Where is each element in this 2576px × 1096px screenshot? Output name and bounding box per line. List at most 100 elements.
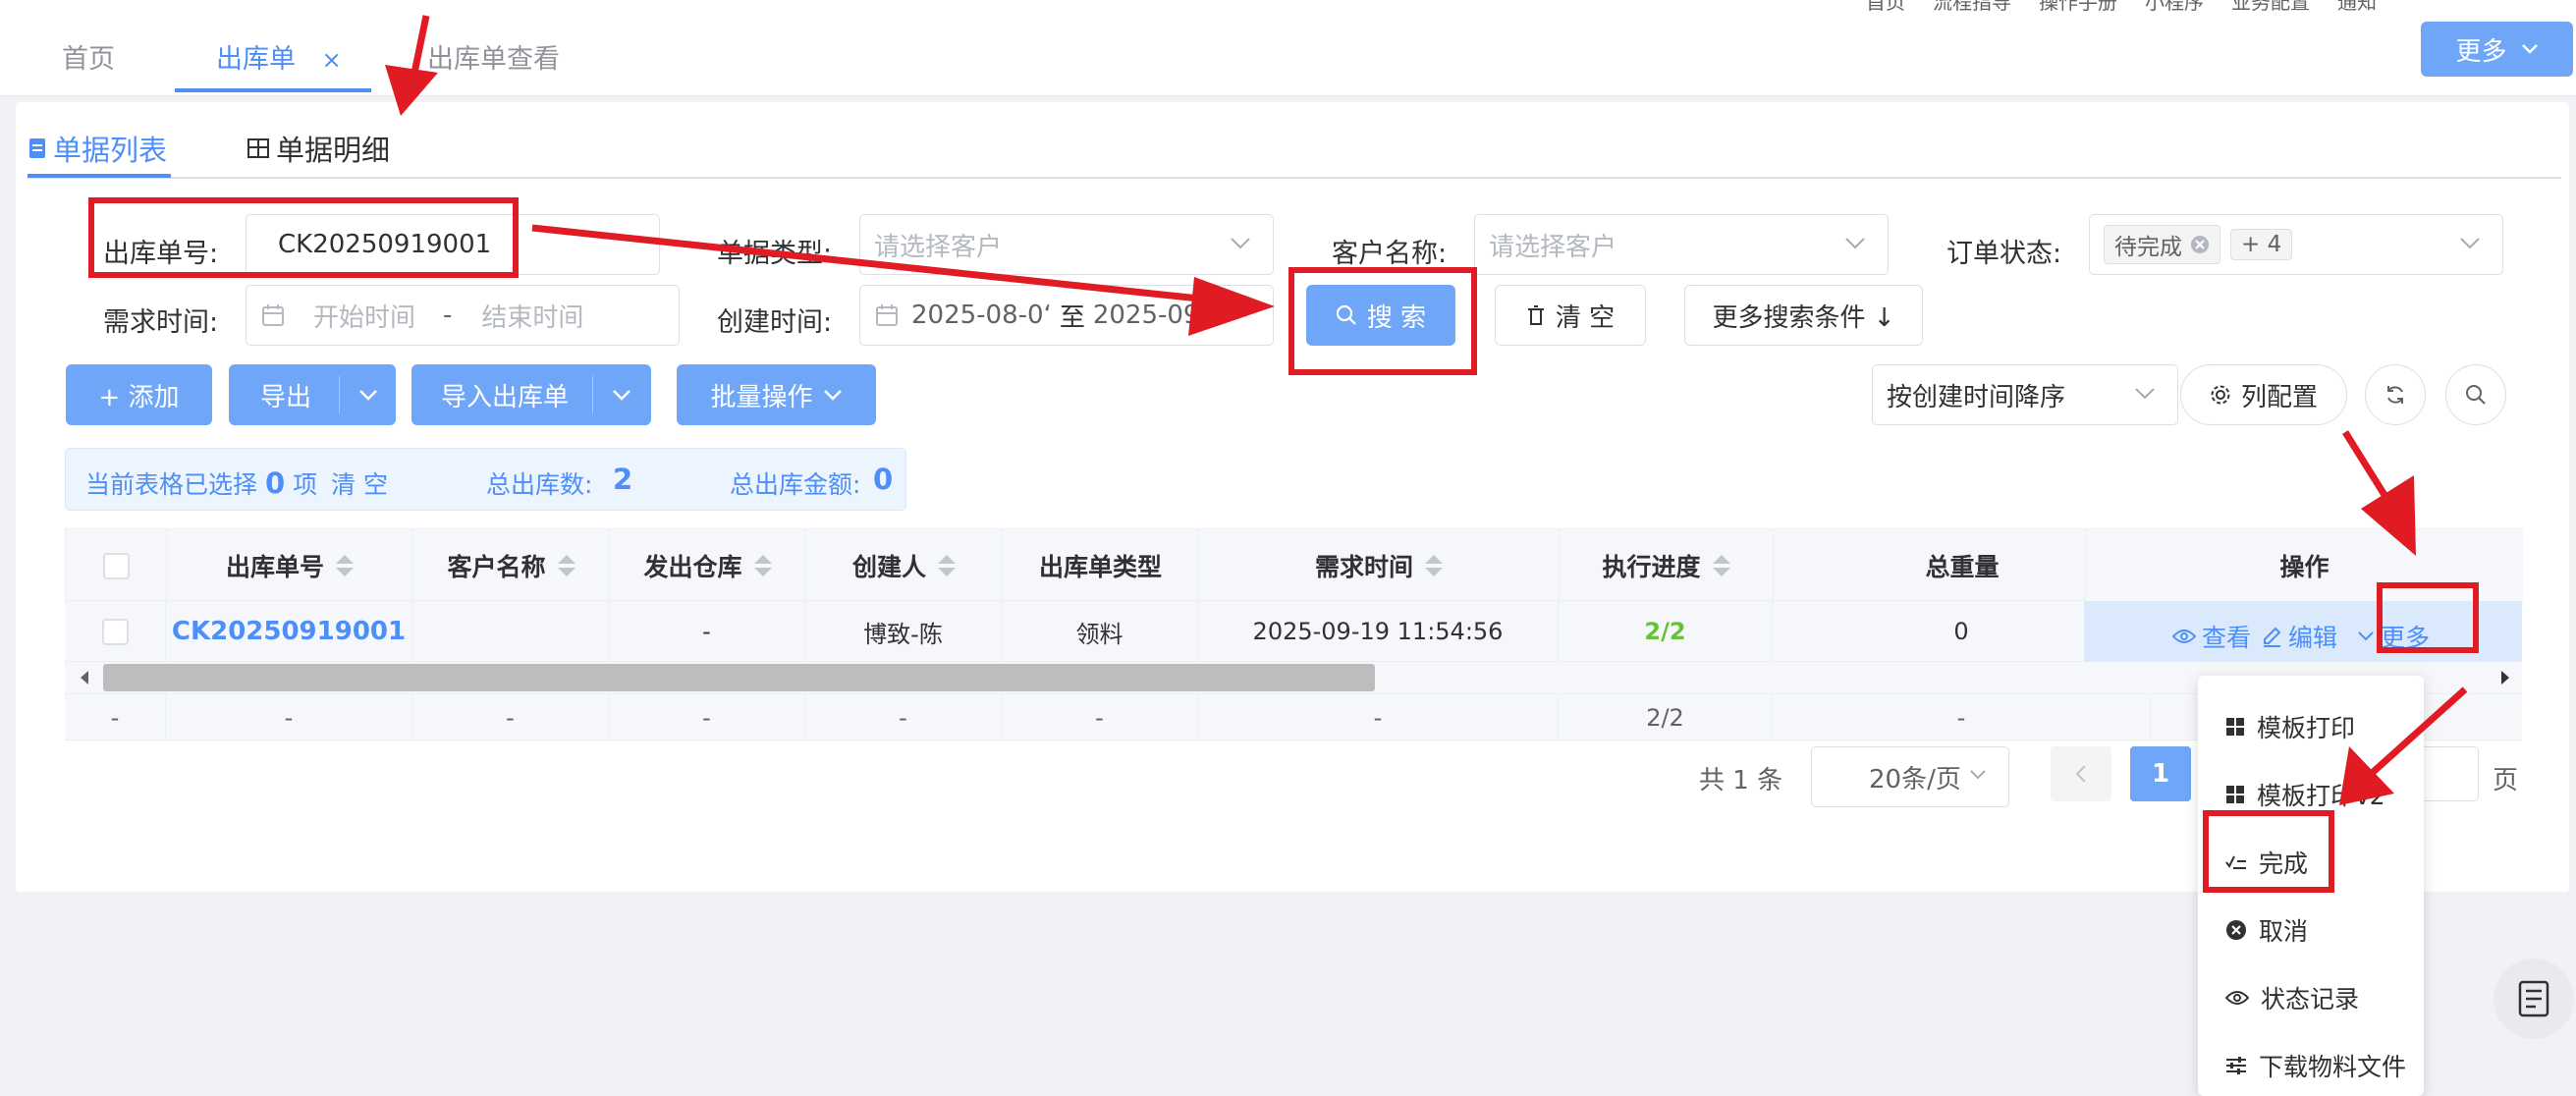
create-time-range[interactable]: 2025-08-0‘ 至 2025-09- bbox=[859, 285, 1274, 346]
table-search-button[interactable] bbox=[2445, 364, 2506, 425]
grid-icon bbox=[2226, 786, 2244, 803]
prev-page-button[interactable] bbox=[2051, 746, 2111, 801]
sort-icon[interactable] bbox=[938, 555, 956, 576]
sort-select[interactable]: 按创建时间降序 bbox=[1872, 364, 2178, 425]
page-1-button[interactable]: 1 bbox=[2130, 746, 2191, 801]
tab-outbound-view[interactable]: 出库单查看 bbox=[427, 37, 560, 76]
page-jump-input[interactable] bbox=[2418, 746, 2479, 801]
header-order-no[interactable]: 出库单号 bbox=[167, 529, 413, 602]
summary-cell: - bbox=[166, 694, 412, 741]
export-button[interactable]: 导出 bbox=[229, 364, 396, 425]
header-creator[interactable]: 创建人 bbox=[806, 529, 1003, 602]
end-time-placeholder: 结束时间 bbox=[481, 302, 584, 333]
edit-action[interactable]: 编辑 bbox=[2261, 619, 2337, 654]
selection-info-bar: 当前表格已选择 0 项 清 空 总出库数: 2 总出库金额: 0 bbox=[65, 448, 906, 511]
close-circle-icon[interactable] bbox=[2190, 235, 2210, 254]
row-creator: 博致-陈 bbox=[805, 601, 1002, 662]
subtab-detail[interactable]: 单据明细 bbox=[247, 128, 390, 169]
select-all-checkbox[interactable] bbox=[102, 552, 130, 579]
calendar-icon bbox=[876, 304, 898, 326]
header-select-all[interactable] bbox=[66, 529, 167, 602]
sort-icon[interactable] bbox=[1712, 555, 1730, 576]
top-link-manual[interactable]: 操作手册 bbox=[2039, 0, 2117, 15]
top-link-config[interactable]: 业务配置 bbox=[2231, 0, 2310, 15]
tab-outbound-label: 出库单 bbox=[216, 44, 296, 75]
menu-item-template-print[interactable]: 模板打印 bbox=[2225, 709, 2355, 744]
header-customer[interactable]: 客户名称 bbox=[413, 529, 610, 602]
top-link-guide[interactable]: 流程指导 bbox=[1933, 0, 2011, 15]
doc-type-select[interactable]: 请选择客户 bbox=[859, 214, 1274, 275]
scrollbar-thumb[interactable] bbox=[103, 664, 1375, 691]
summary-cell: - bbox=[65, 694, 166, 741]
scroll-right-icon[interactable] bbox=[2499, 670, 2511, 685]
sort-icon[interactable] bbox=[557, 555, 575, 576]
header-progress[interactable]: 执行进度 bbox=[1560, 529, 1774, 602]
grid-table-icon bbox=[247, 138, 269, 158]
chevron-down-icon bbox=[2358, 631, 2374, 641]
menu-item-label: 下载物料文件 bbox=[2259, 1053, 2407, 1081]
customer-select[interactable]: 请选择客户 bbox=[1474, 214, 1889, 275]
status-more-tag: + 4 bbox=[2230, 229, 2293, 260]
annotation-box-complete bbox=[2203, 810, 2334, 893]
summary-row: - - - - - - - 2/2 - bbox=[65, 693, 2522, 741]
row-order-no-link[interactable]: CK20250919001 bbox=[166, 601, 412, 662]
row-type: 领料 bbox=[1002, 601, 1198, 662]
scroll-left-icon[interactable] bbox=[79, 670, 90, 685]
status-select[interactable]: 待完成 + 4 bbox=[2089, 214, 2503, 275]
menu-item-cancel[interactable]: 取消 bbox=[2225, 912, 2308, 948]
menu-item-status-log[interactable]: 状态记录 bbox=[2225, 980, 2359, 1015]
chevron-down-icon bbox=[2460, 238, 2480, 249]
sort-select-value: 按创建时间降序 bbox=[1887, 382, 2066, 412]
menu-item-label: 模板打印 bbox=[2257, 714, 2356, 742]
menu-item-download-material[interactable]: 下载物料文件 bbox=[2225, 1048, 2406, 1083]
doc-type-placeholder: 请选择客户 bbox=[874, 232, 1003, 262]
tab-home[interactable]: 首页 bbox=[62, 37, 115, 76]
chevron-down-icon bbox=[823, 390, 842, 401]
info-clear-link[interactable]: 清 空 bbox=[331, 466, 388, 501]
sort-icon[interactable] bbox=[1425, 555, 1443, 576]
chevron-down-icon bbox=[2521, 44, 2538, 54]
status-tag-label: 待完成 bbox=[2114, 235, 2182, 260]
header-warehouse[interactable]: 发出仓库 bbox=[610, 529, 806, 602]
annotation-box-order-no bbox=[88, 197, 519, 278]
row-checkbox[interactable] bbox=[101, 618, 129, 645]
subtab-list[interactable]: 单据列表 bbox=[27, 128, 167, 169]
chevron-down-icon[interactable] bbox=[358, 389, 378, 401]
sort-icon[interactable] bbox=[753, 555, 772, 576]
top-link-home[interactable]: 首页 bbox=[1866, 0, 1905, 15]
tab-outbound[interactable]: 出库单 × bbox=[216, 37, 342, 76]
page-size-select[interactable]: 20条/页 bbox=[1811, 746, 2009, 807]
add-button[interactable]: + 添加 bbox=[66, 364, 212, 425]
more-top-button[interactable]: 更多 bbox=[2421, 22, 2573, 77]
eye-icon bbox=[2172, 630, 2196, 643]
import-button[interactable]: 导入出库单 bbox=[411, 364, 651, 425]
row-select[interactable] bbox=[65, 601, 166, 662]
top-link-notice[interactable]: 通知 bbox=[2337, 0, 2377, 15]
chevron-down-icon bbox=[2135, 388, 2155, 400]
menu-item-label: 取消 bbox=[2259, 917, 2309, 946]
refresh-button[interactable] bbox=[2365, 364, 2426, 425]
subtab-list-label: 单据列表 bbox=[53, 134, 168, 167]
menu-item-template-print-v2[interactable]: 模板打印v2 bbox=[2225, 777, 2385, 812]
columns-button[interactable]: 列配置 bbox=[2180, 364, 2347, 425]
pencil-icon bbox=[2264, 627, 2281, 647]
menu-item-label: 状态记录 bbox=[2261, 985, 2360, 1014]
clear-button[interactable]: 清 空 bbox=[1495, 285, 1646, 346]
grid-icon bbox=[2226, 718, 2244, 736]
chevron-down-icon bbox=[1970, 770, 1986, 780]
close-icon[interactable]: × bbox=[322, 46, 342, 74]
edit-action-label: 编辑 bbox=[2288, 624, 2338, 652]
summary-cell: - bbox=[609, 694, 805, 741]
document-icon bbox=[2518, 980, 2549, 1017]
chevron-down-icon[interactable] bbox=[612, 389, 631, 401]
top-link-miniapp[interactable]: 小程序 bbox=[2145, 0, 2204, 15]
floating-doc-button[interactable] bbox=[2494, 959, 2574, 1039]
header-demand-time[interactable]: 需求时间 bbox=[1199, 529, 1560, 602]
demand-time-range[interactable]: 开始时间 - 结束时间 bbox=[246, 285, 680, 346]
subtab-detail-label: 单据明细 bbox=[276, 134, 391, 167]
more-conditions-button[interactable]: 更多搜索条件 ↓ bbox=[1684, 285, 1923, 346]
sort-icon[interactable] bbox=[336, 555, 354, 576]
annotation-box-search bbox=[1288, 267, 1477, 375]
batch-button[interactable]: 批量操作 bbox=[677, 364, 876, 425]
view-action[interactable]: 查看 bbox=[2172, 619, 2251, 654]
